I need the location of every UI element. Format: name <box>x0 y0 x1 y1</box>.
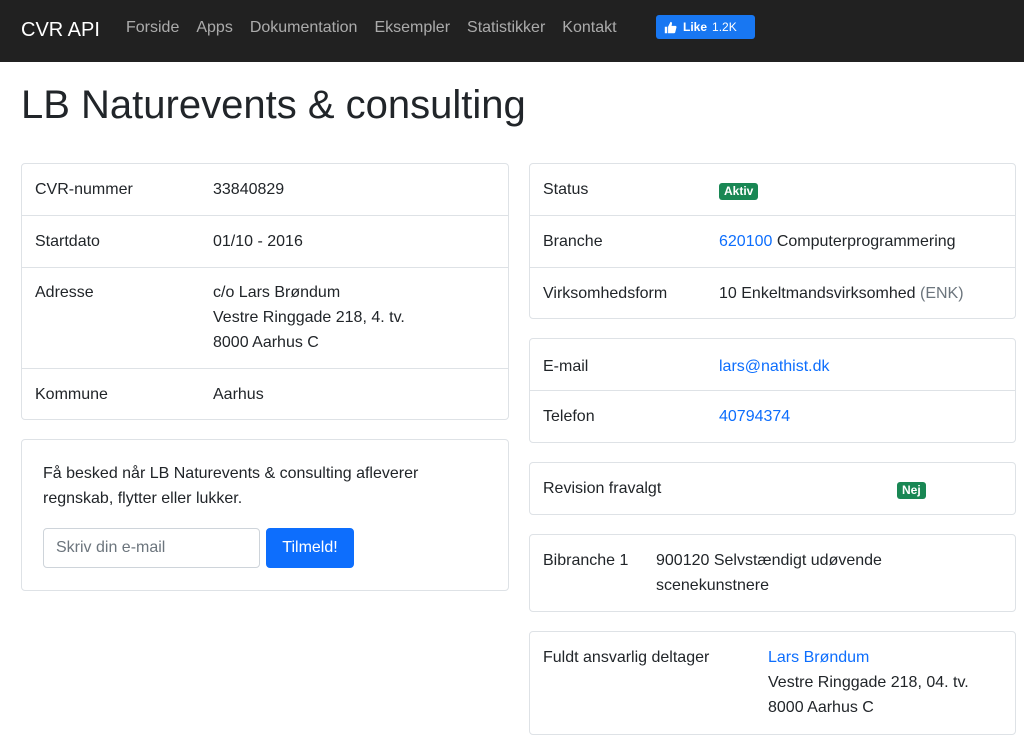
revision-card: Revision fravalgt Nej <box>529 462 1016 515</box>
notify-text: Få besked når LB Naturevents & consultin… <box>43 465 419 507</box>
nav-link-apps[interactable]: Apps <box>196 18 232 38</box>
deltager-card: Fuldt ansvarlig deltager Lars Brøndum Ve… <box>529 631 1016 735</box>
virksomhedsform-abbr: (ENK) <box>920 285 964 302</box>
contact-card: E-mail lars@nathist.dk Telefon 40794374 <box>529 338 1016 443</box>
nav-link-kontakt[interactable]: Kontakt <box>562 18 616 38</box>
revision-badge: Nej <box>897 482 926 499</box>
status-row: Status Aktiv <box>530 164 1015 216</box>
deltager-address-line: 8000 Aarhus C <box>768 699 874 716</box>
email-row: E-mail lars@nathist.dk <box>530 339 1015 391</box>
like-label: Like <box>683 20 708 34</box>
cvr-value: 33840829 <box>213 181 285 198</box>
nav-link-eksempler[interactable]: Eksempler <box>374 18 450 38</box>
status-badge: Aktiv <box>719 183 759 200</box>
kommune-row: Kommune Aarhus <box>22 369 508 420</box>
email-subscribe-input[interactable] <box>43 528 260 568</box>
adresse-row: Adresse c/o Lars Brøndum Vestre Ringgade… <box>22 268 508 369</box>
brand-link[interactable]: CVR API <box>21 19 100 42</box>
cvr-row: CVR-nummer 33840829 <box>22 164 508 216</box>
bibranche-line: scenekunstnere <box>656 577 769 594</box>
telefon-label: Telefon <box>543 408 595 425</box>
telefon-link[interactable]: 40794374 <box>719 404 790 429</box>
email-link[interactable]: lars@nathist.dk <box>719 354 830 379</box>
page-title: LB Naturevents & consulting <box>21 83 526 127</box>
startdato-value: 01/10 - 2016 <box>213 233 303 250</box>
revision-label: Revision fravalgt <box>543 480 662 497</box>
status-label: Status <box>543 181 589 198</box>
notify-card: Få besked når LB Naturevents & consultin… <box>21 439 509 591</box>
company-info-card: CVR-nummer 33840829 Startdato 01/10 - 20… <box>21 163 509 420</box>
nav-link-forside[interactable]: Forside <box>126 18 179 38</box>
virksomhedsform-text: 10 Enkeltmandsvirksomhed <box>719 285 916 302</box>
bibranche-label: Bibranche 1 <box>543 552 629 569</box>
deltager-value: Lars Brøndum Vestre Ringgade 218, 04. tv… <box>768 645 969 720</box>
kommune-label: Kommune <box>35 386 108 403</box>
bibranche-line: 900120 Selvstændigt udøvende <box>656 552 882 569</box>
deltager-label: Fuldt ansvarlig deltager <box>543 649 710 666</box>
adresse-line: c/o Lars Brøndum <box>213 284 341 301</box>
branche-code-link[interactable]: 620100 <box>719 233 772 250</box>
virksomhedsform-row: Virksomhedsform 10 Enkeltmandsvirksomhed… <box>530 268 1015 319</box>
facebook-like-button[interactable]: Like 1.2K <box>656 15 755 39</box>
nav-links: Forside Apps Dokumentation Eksempler Sta… <box>126 18 634 38</box>
startdato-label: Startdato <box>35 233 100 250</box>
branche-value: 620100 Computerprogrammering <box>719 229 956 254</box>
subscribe-button[interactable]: Tilmeld! <box>266 528 354 568</box>
deltager-name-link[interactable]: Lars Brøndum <box>768 645 969 670</box>
adresse-line: 8000 Aarhus C <box>213 334 319 351</box>
branche-label: Branche <box>543 233 603 250</box>
startdato-row: Startdato 01/10 - 2016 <box>22 216 508 268</box>
adresse-value: c/o Lars Brøndum Vestre Ringgade 218, 4.… <box>213 280 405 355</box>
virksomhedsform-label: Virksomhedsform <box>543 285 668 302</box>
nav-link-dokumentation[interactable]: Dokumentation <box>250 18 358 38</box>
deltager-address-line: Vestre Ringgade 218, 04. tv. <box>768 674 969 691</box>
email-label: E-mail <box>543 358 589 375</box>
bibranche-card: Bibranche 1 900120 Selvstændigt udøvende… <box>529 534 1016 612</box>
adresse-line: Vestre Ringgade 218, 4. tv. <box>213 309 405 326</box>
kommune-value: Aarhus <box>213 386 264 403</box>
bibranche-value: 900120 Selvstændigt udøvende scenekunstn… <box>656 548 882 598</box>
telefon-row: Telefon 40794374 <box>530 391 1015 443</box>
adresse-label: Adresse <box>35 284 94 301</box>
nav-link-statistikker[interactable]: Statistikker <box>467 18 545 38</box>
branche-text: Computerprogrammering <box>776 233 956 250</box>
like-count: 1.2K <box>712 20 737 34</box>
virksomhedsform-value: 10 Enkeltmandsvirksomhed (ENK) <box>719 281 964 306</box>
navbar: CVR API Forside Apps Dokumentation Eksem… <box>0 0 1024 62</box>
thumbs-up-icon <box>664 21 677 33</box>
branche-row: Branche 620100 Computerprogrammering <box>530 216 1015 268</box>
status-card: Status Aktiv Branche 620100 Computerprog… <box>529 163 1016 319</box>
cvr-label: CVR-nummer <box>35 181 133 198</box>
